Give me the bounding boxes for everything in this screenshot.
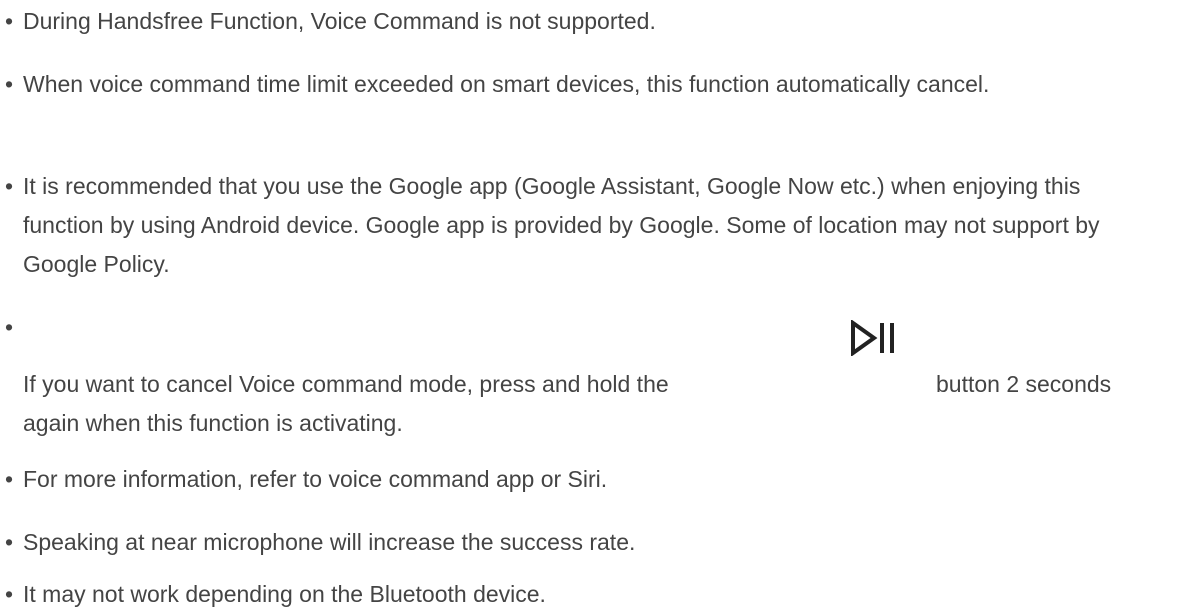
note-text-line: If you want to cancel Voice command mode… <box>23 365 1111 404</box>
note-text: Speaking at near microphone will increas… <box>23 529 636 555</box>
note-text-continuation: again when this function is activating. <box>23 410 403 436</box>
bullet: • <box>5 581 14 607</box>
note-text: When voice command time limit exceeded o… <box>23 71 990 97</box>
play-pause-icon <box>851 320 894 356</box>
bullet: • <box>5 173 14 199</box>
list-item: • It may not work depending on the Bluet… <box>0 575 1160 614</box>
bullet: • <box>5 8 14 34</box>
bullet: • <box>5 466 14 492</box>
bullet: • <box>5 314 14 340</box>
note-text-after-icon: button 2 seconds <box>936 371 1112 397</box>
list-item: • Speaking at near microphone will incre… <box>0 523 1160 562</box>
note-text: It is recommended that you use the Googl… <box>23 173 1100 277</box>
bullet: • <box>5 529 14 555</box>
list-item: • During Handsfree Function, Voice Comma… <box>0 2 1160 41</box>
list-item: • For more information, refer to voice c… <box>0 460 1160 499</box>
bullet: • <box>5 71 14 97</box>
note-text: During Handsfree Function, Voice Command… <box>23 8 656 34</box>
list-item: • It is recommended that you use the Goo… <box>0 167 1160 284</box>
note-text-before-icon: If you want to cancel Voice command mode… <box>23 371 669 397</box>
note-text: It may not work depending on the Bluetoo… <box>23 581 546 607</box>
note-text: For more information, refer to voice com… <box>23 466 608 492</box>
list-item: • When voice command time limit exceeded… <box>0 65 1160 104</box>
